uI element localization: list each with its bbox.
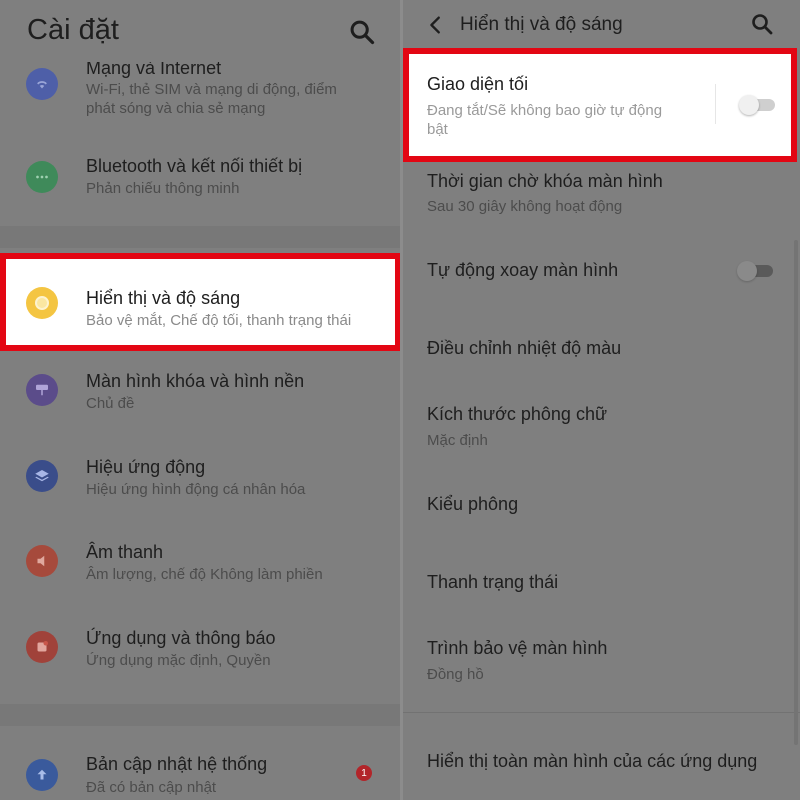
settings-item-title: Ứng dụng và thông báo <box>86 628 276 648</box>
settings-item-title: Màn hình khóa và hình nền <box>86 371 305 391</box>
setting-title: Điều chỉnh nhiệt độ màu <box>427 338 622 358</box>
settings-item-subtitle: Chủ đề <box>86 395 135 412</box>
setting-subtitle: Sau 30 giây không hoạt động <box>427 198 623 215</box>
setting-fullscreen-apps[interactable]: Hiển thị toàn màn hình của các ứng dụng <box>403 746 800 786</box>
search-button[interactable] <box>348 18 376 46</box>
display-header: Hiển thị và độ sáng <box>403 0 800 50</box>
paint-roller-icon <box>26 374 58 406</box>
page-title: Hiển thị và độ sáng <box>460 14 623 35</box>
setting-title: Trình bảo vệ màn hình <box>427 638 608 658</box>
settings-item-title: Bản cập nhật hệ thống <box>86 754 268 774</box>
settings-item-network[interactable]: Mạng và Internet Wi-Fi, thẻ SIM và mạng … <box>0 52 400 142</box>
speaker-icon <box>26 545 58 577</box>
settings-item-system-update[interactable]: Bản cập nhật hệ thống Đã có bản cập nhật <box>0 750 400 800</box>
settings-item-subtitle: Đã có bản cập nhật <box>86 779 217 796</box>
setting-title: Hiển thị toàn màn hình của các ứng dụng <box>427 751 758 771</box>
settings-header: Cài đặt <box>0 0 400 62</box>
section-gap <box>0 704 400 726</box>
layers-icon <box>26 460 58 492</box>
setting-subtitle: Đồng hồ <box>427 666 484 683</box>
settings-item-subtitle: phát sóng và chia sẻ mạng <box>86 100 266 117</box>
setting-title: Kiểu phông <box>427 494 519 514</box>
settings-item-subtitle: Bảo vệ mắt, Chế độ tối, thanh trạng thái <box>86 312 352 329</box>
setting-title: Thanh trạng thái <box>427 572 559 592</box>
settings-item-subtitle: Âm lượng, chế độ Không làm phiền <box>86 566 323 583</box>
settings-item-title: Hiển thị và độ sáng <box>86 288 241 308</box>
settings-item-title: Bluetooth và kết nối thiết bị <box>86 156 303 176</box>
settings-item-lockscreen[interactable]: Màn hình khóa và hình nền Chủ đề <box>0 365 400 435</box>
setting-title: Thời gian chờ khóa màn hình <box>427 171 663 191</box>
setting-font-size[interactable]: Kích thước phông chữ Mặc định <box>403 399 800 459</box>
brightness-icon <box>26 287 58 319</box>
back-button[interactable] <box>425 14 447 36</box>
dark-mode-subtitle: Đang tắt/Sẽ không bao giờ tự động bật <box>427 102 663 138</box>
settings-item-title: Hiệu ứng động <box>86 457 206 477</box>
section-divider <box>403 712 800 713</box>
settings-panel: Mạng và Internet Wi-Fi, thẻ SIM và mạng … <box>0 0 400 800</box>
notification-badge: 1 <box>356 765 372 781</box>
wifi-icon <box>26 68 58 100</box>
scrollbar[interactable] <box>794 240 798 745</box>
setting-subtitle: Mặc định <box>427 432 488 449</box>
display-brightness-panel: Hiển thị và độ sáng Giao diện tối Đang t… <box>403 0 800 800</box>
settings-item-animations[interactable]: Hiệu ứng động Hiệu ứng hình động cá nhân… <box>0 451 400 521</box>
bluetooth-icon <box>26 161 58 193</box>
search-icon <box>752 14 773 35</box>
section-gap <box>0 226 400 248</box>
update-arrow-icon <box>26 759 58 791</box>
setting-title: Kích thước phông chữ <box>427 404 607 424</box>
dark-mode-setting-highlighted[interactable]: Giao diện tối Đang tắt/Sẽ không bao giờ … <box>403 48 797 162</box>
page-title: Cài đặt <box>27 14 119 46</box>
setting-title: Tự động xoay màn hình <box>427 260 619 280</box>
setting-status-bar[interactable]: Thanh trạng thái <box>403 567 800 607</box>
settings-item-display-highlighted[interactable]: Hiển thị và độ sáng Bảo vệ mắt, Chế độ t… <box>0 253 400 351</box>
settings-item-subtitle: Phản chiếu thông minh <box>86 180 240 197</box>
search-icon <box>350 20 375 45</box>
setting-screen-timeout[interactable]: Thời gian chờ khóa màn hình Sau 30 giây … <box>403 166 800 226</box>
setting-color-temperature[interactable]: Điều chỉnh nhiệt độ màu <box>403 333 800 373</box>
settings-item-subtitle: Wi-Fi, thẻ SIM và mạng di động, điểm <box>86 81 337 98</box>
dark-mode-toggle[interactable] <box>739 95 777 115</box>
apps-icon <box>26 631 58 663</box>
setting-screensaver[interactable]: Trình bảo vệ màn hình Đồng hồ <box>403 633 800 693</box>
separator <box>715 84 716 124</box>
settings-item-sound[interactable]: Âm thanh Âm lượng, chế độ Không làm phiề… <box>0 536 400 606</box>
settings-item-title: Âm thanh <box>86 542 164 562</box>
dark-mode-title: Giao diện tối <box>427 74 529 94</box>
setting-auto-rotate[interactable]: Tự động xoay màn hình <box>403 255 800 295</box>
settings-item-subtitle: Hiệu ứng hình động cá nhân hóa <box>86 481 306 498</box>
setting-font-style[interactable]: Kiểu phông <box>403 489 800 529</box>
settings-item-subtitle: Ứng dụng mặc định, Quyền <box>86 652 271 669</box>
auto-rotate-toggle[interactable] <box>737 261 775 281</box>
chevron-left-icon <box>430 16 440 34</box>
search-button[interactable] <box>750 12 774 36</box>
settings-item-bluetooth[interactable]: Bluetooth và kết nối thiết bị Phản chiếu… <box>0 150 400 220</box>
settings-item-apps[interactable]: Ứng dụng và thông báo Ứng dụng mặc định,… <box>0 622 400 692</box>
